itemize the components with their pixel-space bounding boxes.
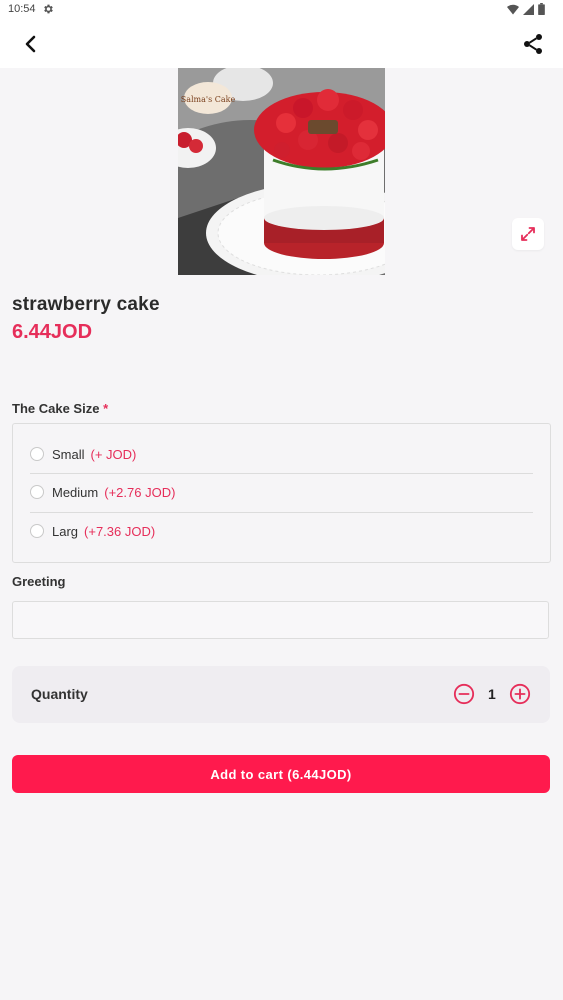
greeting-input[interactable] [12, 601, 549, 639]
status-bar: 10:54 [0, 0, 563, 20]
radio-button[interactable] [30, 524, 44, 538]
product-name: strawberry cake [12, 294, 160, 315]
size-option-large[interactable]: Larg (+7.36 JOD) [30, 512, 533, 550]
size-option-extra: (+7.36 JOD) [84, 523, 156, 539]
greeting-label: Greeting [12, 574, 66, 589]
size-option-extra: (+2.76 JOD) [104, 484, 176, 500]
status-time: 10:54 [8, 3, 36, 15]
plus-circle-icon[interactable] [509, 683, 531, 705]
radio-button[interactable] [30, 447, 44, 461]
add-to-cart-button[interactable]: Add to cart (6.44JOD) [12, 755, 550, 793]
status-icons [507, 3, 545, 15]
app-bar [0, 20, 563, 68]
quantity-value: 1 [488, 686, 496, 702]
quantity-label: Quantity [31, 686, 88, 702]
expand-image-button[interactable] [512, 218, 544, 250]
wifi-icon [507, 4, 519, 14]
size-label-text: The Cake Size [12, 401, 100, 416]
product-price: 6.44JOD [12, 321, 93, 343]
minus-circle-icon[interactable] [453, 683, 475, 705]
size-option-name: Medium [52, 484, 99, 500]
signal-icon [523, 3, 534, 15]
required-mark: * [103, 401, 109, 416]
size-option-name: Larg [52, 523, 79, 539]
radio-button[interactable] [30, 485, 44, 499]
logo-text: Salma's Cake [181, 95, 236, 104]
size-option-medium[interactable]: Medium (+2.76 JOD) [30, 473, 533, 511]
share-icon[interactable] [521, 32, 545, 56]
cake-illustration: Salma's Cake [178, 68, 385, 275]
back-arrow-icon[interactable] [18, 32, 44, 56]
size-option-name: Small [52, 446, 85, 462]
gear-icon [44, 4, 53, 14]
size-section-label: The Cake Size * [12, 401, 108, 416]
size-option-extra: (+ JOD) [90, 446, 137, 462]
expand-icon [521, 227, 535, 241]
battery-icon [538, 3, 545, 15]
size-options-box: Small (+ JOD) Medium (+2.76 JOD) Larg (+… [12, 423, 551, 563]
size-option-small[interactable]: Small (+ JOD) [30, 435, 533, 473]
product-image[interactable]: Salma's Cake [178, 68, 385, 275]
quantity-card: Quantity 1 [12, 666, 550, 723]
